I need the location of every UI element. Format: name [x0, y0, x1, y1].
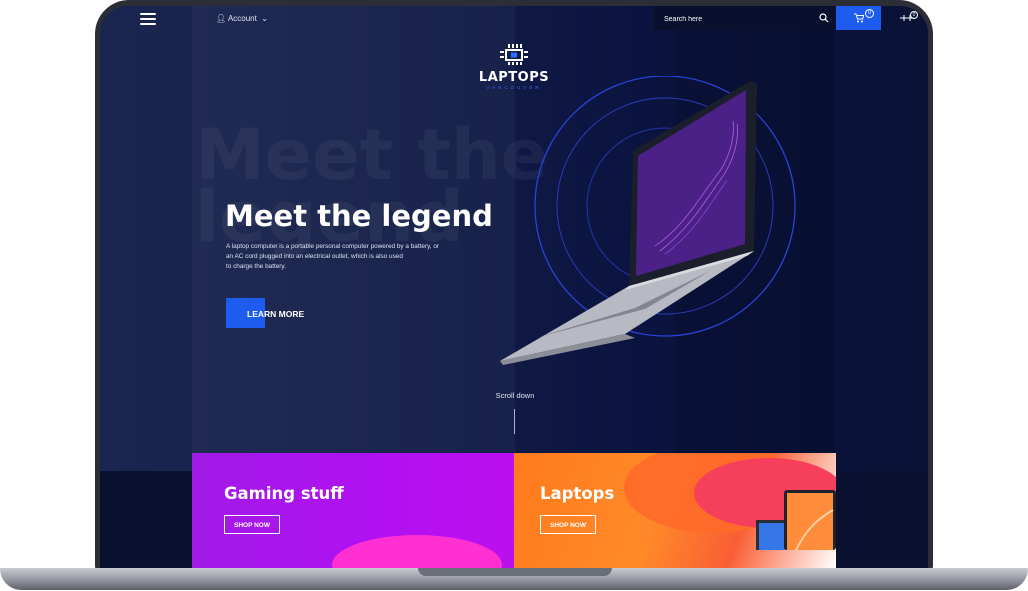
shop-now-button[interactable]: SHOP NOW [540, 515, 596, 534]
cart-count-badge: 0 [865, 9, 874, 18]
scroll-indicator-line [514, 409, 515, 434]
shop-now-button[interactable]: SHOP NOW [224, 515, 280, 534]
cart-icon [854, 13, 864, 23]
hero-title: Meet the legend [225, 199, 493, 233]
learn-more-label[interactable]: LEARN MORE [247, 309, 304, 319]
account-menu[interactable]: 👤︎ Account ⌄ [216, 14, 268, 23]
category-card-laptops[interactable]: Laptops SHOP NOW [514, 453, 836, 568]
search-bar [654, 6, 836, 30]
laptop-hero-image [500, 76, 796, 365]
category-title: Laptops [540, 484, 615, 503]
hero-description: A laptop computer is a portable personal… [226, 243, 440, 270]
cart-button[interactable]: 0 [836, 6, 881, 30]
search-input[interactable] [662, 11, 806, 27]
category-title: Gaming stuff [224, 484, 344, 503]
decorative-blob [332, 535, 502, 568]
search-icon[interactable] [819, 13, 829, 23]
laptop-product-image [756, 490, 836, 550]
user-icon: 👤︎ [216, 14, 227, 23]
laptop-frame-notch [418, 568, 612, 576]
compare-count-badge: 0 [910, 11, 918, 19]
laptop-screen: 👤︎ Account ⌄ 0 0 LAPTOPS VANCOUVER Meet … [100, 6, 928, 568]
account-label: Account [227, 14, 257, 23]
scroll-down-label[interactable]: Scroll down [485, 391, 545, 400]
chip-logo-icon [500, 44, 528, 65]
category-card-gaming[interactable]: Gaming stuff SHOP NOW [192, 453, 514, 568]
chevron-down-icon: ⌄ [259, 14, 269, 23]
menu-icon[interactable] [140, 13, 156, 25]
